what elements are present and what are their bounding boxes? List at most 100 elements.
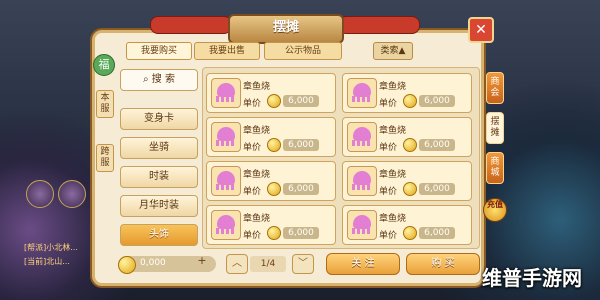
banner-ribbon-right: [338, 16, 420, 34]
close-button[interactable]: ✕: [468, 17, 494, 43]
category-transform-card[interactable]: 变身卡: [120, 108, 198, 130]
item-name: 章鱼烧: [243, 170, 271, 180]
item-price: 6,000: [283, 139, 319, 151]
filter-button[interactable]: 类索▲: [373, 42, 413, 60]
next-page-button[interactable]: ﹀: [292, 254, 314, 274]
coin-balance-value: 0,000: [140, 258, 166, 268]
price-label: 单价: [243, 187, 262, 197]
category-label: 搜 索: [151, 74, 175, 85]
coin-icon: [267, 182, 281, 196]
coin-icon: [118, 256, 136, 274]
recharge-button[interactable]: 充值: [483, 198, 507, 222]
page-indicator: 1/4: [250, 256, 286, 272]
watermark: 维普手游网: [482, 266, 582, 290]
octopus-icon: [217, 215, 235, 229]
category-moon-fashion[interactable]: 月华时装: [120, 195, 198, 217]
item-thumbnail: [347, 210, 377, 240]
octopus-icon: [217, 83, 235, 97]
octopus-legs: [216, 140, 236, 146]
banner-ribbon-left: [150, 16, 232, 34]
tab-buy[interactable]: 我要购买: [126, 42, 192, 60]
octopus-icon: [353, 215, 371, 229]
tab-cross-server[interactable]: 跨服: [96, 144, 114, 172]
item-thumbnail: [211, 78, 241, 108]
price-label: 单价: [379, 187, 398, 197]
octopus-icon: [217, 127, 235, 141]
item-thumbnail: [347, 78, 377, 108]
price-label: 单价: [379, 99, 398, 109]
item-price: 6,000: [419, 95, 455, 107]
item-thumbnail: [211, 122, 241, 152]
chat-line: [当前]北山...: [24, 257, 70, 266]
item-price: 6,000: [419, 139, 455, 151]
category-search-button[interactable]: ⌕ 搜 索: [120, 69, 198, 91]
chat-line: [帮派]小北林...: [24, 243, 78, 252]
item-thumbnail: [347, 122, 377, 152]
item-card[interactable]: 章鱼烧 单价 6,000: [342, 117, 472, 157]
scene-avatar[interactable]: [26, 180, 54, 208]
add-coins-button[interactable]: +: [196, 255, 208, 267]
item-price: 6,000: [283, 183, 319, 195]
buy-button[interactable]: 购 买: [406, 253, 480, 275]
item-thumbnail: [211, 210, 241, 240]
category-headwear[interactable]: 头饰: [120, 224, 198, 246]
coin-icon: [403, 226, 417, 240]
coin-icon: [403, 182, 417, 196]
coin-icon: [267, 94, 281, 108]
item-card[interactable]: 章鱼烧 单价 6,000: [342, 161, 472, 201]
octopus-icon: [353, 171, 371, 185]
item-name: 章鱼烧: [379, 170, 407, 180]
octopus-legs: [216, 184, 236, 190]
octopus-legs: [216, 96, 236, 102]
item-card[interactable]: 章鱼烧 单价 6,000: [206, 205, 336, 245]
octopus-legs: [352, 228, 372, 234]
scene-avatar[interactable]: [58, 180, 86, 208]
bottom-bar: 0,000 + ︿ 1/4 ﹀ 关 注 购 买: [110, 252, 480, 276]
item-card[interactable]: 章鱼烧 单价 6,000: [342, 205, 472, 245]
tab-sell[interactable]: 我要出售: [194, 42, 260, 60]
prev-page-button[interactable]: ︿: [226, 254, 248, 274]
follow-button[interactable]: 关 注: [326, 253, 400, 275]
octopus-legs: [352, 96, 372, 102]
gift-icon[interactable]: 福: [93, 54, 115, 76]
item-price: 6,000: [283, 227, 319, 239]
octopus-icon: [353, 83, 371, 97]
category-fashion[interactable]: 时装: [120, 166, 198, 188]
price-label: 单价: [379, 143, 398, 153]
octopus-legs: [352, 140, 372, 146]
price-label: 单价: [379, 231, 398, 241]
item-name: 章鱼烧: [243, 214, 271, 224]
item-thumbnail: [347, 166, 377, 196]
category-mount[interactable]: 坐骑: [120, 137, 198, 159]
item-card[interactable]: 章鱼烧 单价 6,000: [206, 117, 336, 157]
item-price: 6,000: [419, 183, 455, 195]
coin-icon: [403, 94, 417, 108]
item-price: 6,000: [283, 95, 319, 107]
price-label: 单价: [243, 143, 262, 153]
price-label: 单价: [243, 99, 262, 109]
item-card[interactable]: 章鱼烧 单价 6,000: [342, 73, 472, 113]
coin-icon: [267, 138, 281, 152]
item-name: 章鱼烧: [379, 82, 407, 92]
tab-public-items[interactable]: 公示物品: [264, 42, 342, 60]
tab-chamber-of-commerce[interactable]: 商会: [486, 72, 504, 104]
item-name: 章鱼烧: [243, 82, 271, 92]
item-name: 章鱼烧: [243, 126, 271, 136]
tab-this-server[interactable]: 本服: [96, 90, 114, 118]
page-title: 摆摊: [228, 14, 344, 44]
price-label: 单价: [243, 231, 262, 241]
octopus-icon: [353, 127, 371, 141]
item-card[interactable]: 章鱼烧 单价 6,000: [206, 161, 336, 201]
item-price: 6,000: [419, 227, 455, 239]
octopus-legs: [216, 228, 236, 234]
search-icon: ⌕: [143, 74, 152, 85]
item-name: 章鱼烧: [379, 214, 407, 224]
item-name: 章鱼烧: [379, 126, 407, 136]
tab-mall[interactable]: 商城: [486, 152, 504, 184]
coin-icon: [403, 138, 417, 152]
octopus-legs: [352, 184, 372, 190]
coin-icon: [267, 226, 281, 240]
item-card[interactable]: 章鱼烧 单价 6,000: [206, 73, 336, 113]
tab-stall[interactable]: 摆摊: [486, 112, 504, 144]
item-thumbnail: [211, 166, 241, 196]
